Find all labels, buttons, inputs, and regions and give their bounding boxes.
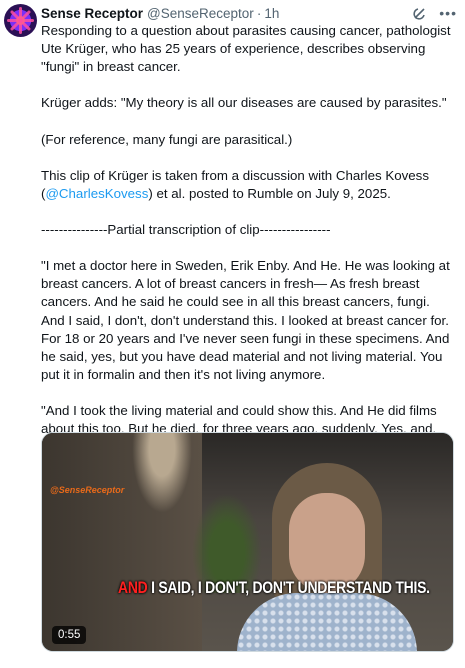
mention-link[interactable]: @CharlesKovess — [45, 186, 148, 201]
retweet-icon[interactable] — [141, 656, 155, 668]
avatar[interactable] — [4, 4, 37, 37]
more-icon[interactable]: ••• — [439, 5, 457, 21]
video-caption: AND I SAID, I DON'T, DON'T UNDERSTAND TH… — [118, 578, 430, 598]
share-icon[interactable] — [441, 656, 455, 668]
tweet-paragraph: Responding to a question about parasites… — [41, 23, 455, 75]
tweet-paragraph: "I met a doctor here in Sweden, Erik Enb… — [41, 258, 454, 382]
tweet-paragraph: Krüger adds: "My theory is all our disea… — [41, 95, 447, 111]
video-duration: 0:55 — [52, 626, 87, 644]
author-handle[interactable]: @SenseReceptor — [147, 6, 254, 21]
tweet-paragraph: ---------------Partial transcription of … — [41, 222, 331, 238]
tweet-text-segment: ) et al. posted to Rumble on July 9, 202… — [148, 185, 391, 201]
tweet-header: Sense Receptor @SenseReceptor · 1h ••• — [41, 4, 457, 22]
header-actions: ••• — [412, 5, 457, 21]
timestamp[interactable]: 1h — [264, 6, 279, 21]
video-speaker — [237, 463, 417, 651]
video-watermark: @SenseReceptor — [50, 485, 125, 495]
separator: · — [256, 5, 262, 21]
tweet-paragraph: This clip of Krüger is taken from a disc… — [41, 167, 455, 203]
like-icon[interactable] — [241, 656, 255, 668]
video-lamp — [132, 433, 192, 513]
reply-icon[interactable] — [41, 656, 55, 668]
grok-icon[interactable] — [412, 6, 427, 21]
author-name[interactable]: Sense Receptor — [41, 6, 143, 21]
views-icon[interactable] — [341, 656, 355, 668]
video-player[interactable]: @SenseReceptor AND I SAID, I DON'T, DON'… — [41, 432, 454, 652]
tweet: Sense Receptor @SenseReceptor · 1h ••• R… — [0, 0, 465, 668]
tweet-paragraph: (For reference, many fungi are parasitic… — [41, 131, 293, 147]
tweet-actions — [41, 656, 455, 668]
caption-highlight: AND — [118, 578, 148, 597]
caption-text: I SAID, I DON'T, DON'T UNDERSTAND THIS. — [147, 578, 430, 597]
